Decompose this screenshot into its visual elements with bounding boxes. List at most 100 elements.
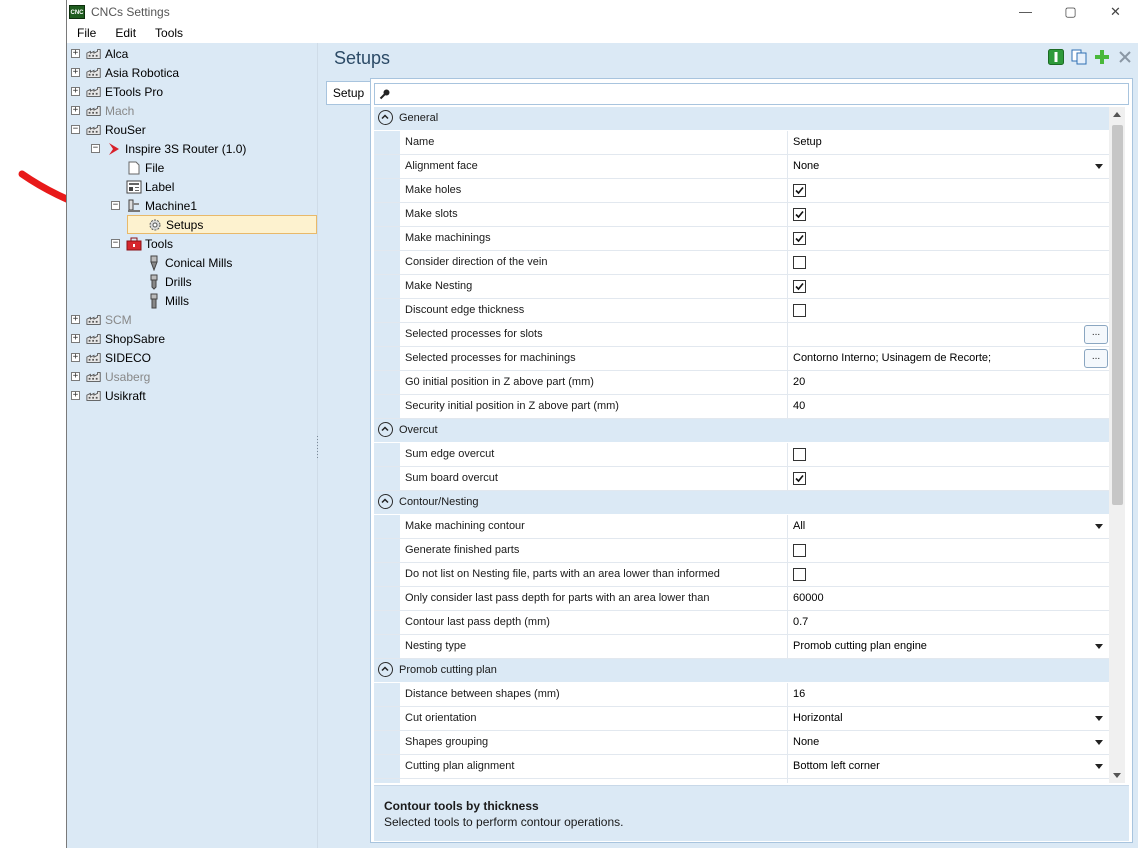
property-value-cell[interactable]: Setup — [787, 131, 1109, 154]
menu-file[interactable]: File — [67, 23, 105, 43]
property-checkbox[interactable] — [793, 208, 806, 221]
property-value-cell[interactable]: None — [787, 731, 1109, 754]
collapse-category-icon[interactable] — [378, 110, 393, 125]
collapse-category-icon[interactable] — [378, 662, 393, 677]
tree-node-mach[interactable]: + Mach — [71, 101, 134, 120]
dropdown-arrow-icon[interactable] — [1095, 524, 1103, 529]
property-checkbox[interactable] — [793, 544, 806, 557]
property-value-cell[interactable]: 60000 — [787, 587, 1109, 610]
minimize-button[interactable]: — — [1003, 0, 1048, 23]
collapse-icon[interactable]: − — [111, 239, 120, 248]
property-value-cell[interactable] — [787, 251, 1109, 274]
property-value-cell[interactable] — [787, 203, 1109, 226]
factory-icon — [86, 66, 102, 80]
category-contour-nesting[interactable]: Contour/Nesting — [374, 491, 1109, 514]
property-value-cell[interactable]: Bottom left corner — [787, 755, 1109, 778]
maximize-button[interactable]: ▢ — [1048, 0, 1093, 23]
property-value-cell[interactable]: 40 — [787, 395, 1109, 418]
collapse-category-icon[interactable] — [378, 422, 393, 437]
expand-icon[interactable]: + — [71, 334, 80, 343]
category-general[interactable]: General — [374, 107, 1109, 130]
dropdown-arrow-icon[interactable] — [1095, 644, 1103, 649]
tree-node-drills[interactable]: Drills — [131, 272, 192, 291]
property-value-cell[interactable] — [787, 467, 1109, 490]
property-value-cell[interactable] — [787, 539, 1109, 562]
tree-node-shopsabre[interactable]: + ShopSabre — [71, 329, 165, 348]
copy-icon[interactable] — [1071, 49, 1087, 65]
property-value-cell[interactable] — [787, 275, 1109, 298]
menu-edit[interactable]: Edit — [105, 23, 145, 43]
tree-node-usaberg[interactable]: + Usaberg — [71, 367, 150, 386]
add-icon[interactable] — [1094, 49, 1110, 65]
collapse-icon[interactable]: − — [111, 201, 120, 210]
tree-node-mills[interactable]: Mills — [131, 291, 189, 310]
property-value-cell[interactable]: 20 — [787, 371, 1109, 394]
scroll-up-icon[interactable] — [1113, 112, 1121, 117]
tree-node-setups[interactable]: Setups — [127, 215, 317, 234]
expand-icon[interactable]: + — [71, 68, 80, 77]
expand-icon[interactable]: + — [71, 391, 80, 400]
property-value-cell[interactable]: ... — [787, 323, 1109, 346]
property-checkbox[interactable] — [793, 232, 806, 245]
property-checkbox[interactable] — [793, 184, 806, 197]
collapse-category-icon[interactable] — [378, 494, 393, 509]
property-checkbox[interactable] — [793, 256, 806, 269]
tree-node-file[interactable]: File — [111, 158, 164, 177]
expand-icon[interactable]: + — [71, 49, 80, 58]
tree-node-etools-pro[interactable]: + ETools Pro — [71, 82, 163, 101]
tree-node-conical-mills[interactable]: Conical Mills — [131, 253, 232, 272]
expand-icon[interactable]: + — [71, 372, 80, 381]
search-input[interactable] — [374, 83, 1129, 105]
info-icon[interactable] — [1048, 49, 1064, 65]
category-promob-cutting-plan[interactable]: Promob cutting plan — [374, 659, 1109, 682]
tree-node-inspire-3s-router-1-0[interactable]: − Inspire 3S Router (1.0) — [91, 139, 246, 158]
close-button[interactable]: ✕ — [1093, 0, 1138, 23]
property-value-cell[interactable] — [787, 179, 1109, 202]
tree-node-machine1[interactable]: − Machine1 — [111, 196, 197, 215]
collapse-icon[interactable]: − — [91, 144, 100, 153]
dropdown-arrow-icon[interactable] — [1095, 716, 1103, 721]
expand-icon[interactable]: + — [71, 315, 80, 324]
menu-tools[interactable]: Tools — [145, 23, 192, 43]
property-value-cell[interactable] — [787, 443, 1109, 466]
tree-node-label[interactable]: Label — [111, 177, 174, 196]
property-value-cell[interactable] — [787, 563, 1109, 586]
tree-node-scm[interactable]: + SCM — [71, 310, 132, 329]
property-value-cell[interactable]: 0.7 — [787, 611, 1109, 634]
scroll-down-icon[interactable] — [1113, 773, 1121, 778]
property-checkbox[interactable] — [793, 472, 806, 485]
ellipsis-button[interactable]: ... — [1084, 325, 1108, 344]
delete-icon[interactable] — [1117, 49, 1133, 65]
property-value-cell[interactable]: Promob cutting plan engine — [787, 635, 1109, 658]
property-checkbox[interactable] — [793, 568, 806, 581]
property-grid-scrollbar[interactable] — [1109, 107, 1125, 783]
tree-node-usikraft[interactable]: + Usikraft — [71, 386, 146, 405]
collapse-icon[interactable]: − — [71, 125, 80, 134]
property-checkbox[interactable] — [793, 448, 806, 461]
expand-icon[interactable]: + — [71, 87, 80, 96]
property-value-cell[interactable] — [787, 299, 1109, 322]
property-value-cell[interactable] — [787, 227, 1109, 250]
tree-node-asia-robotica[interactable]: + Asia Robotica — [71, 63, 179, 82]
dropdown-arrow-icon[interactable] — [1095, 164, 1103, 169]
property-value-cell[interactable]: Contorno Interno; Usinagem de Recorte;..… — [787, 347, 1109, 370]
scroll-thumb[interactable] — [1112, 125, 1123, 505]
property-value-cell[interactable]: 16 — [787, 683, 1109, 706]
dropdown-arrow-icon[interactable] — [1095, 740, 1103, 745]
dropdown-arrow-icon[interactable] — [1095, 764, 1103, 769]
tree-node-rouser[interactable]: − RouSer — [71, 120, 146, 139]
tree-node-alca[interactable]: + Alca — [71, 44, 128, 63]
tree-node-tools[interactable]: − Tools — [111, 234, 173, 253]
ellipsis-button[interactable]: ... — [1084, 349, 1108, 368]
property-value-cell[interactable]: 10 — [787, 779, 1109, 783]
tab-setup[interactable]: Setup — [326, 81, 370, 105]
expand-icon[interactable]: + — [71, 353, 80, 362]
property-checkbox[interactable] — [793, 280, 806, 293]
category-overcut[interactable]: Overcut — [374, 419, 1109, 442]
property-value-cell[interactable]: Horizontal — [787, 707, 1109, 730]
property-checkbox[interactable] — [793, 304, 806, 317]
property-value-cell[interactable]: None — [787, 155, 1109, 178]
expand-icon[interactable]: + — [71, 106, 80, 115]
tree-node-sideco[interactable]: + SIDECO — [71, 348, 151, 367]
property-value-cell[interactable]: All — [787, 515, 1109, 538]
